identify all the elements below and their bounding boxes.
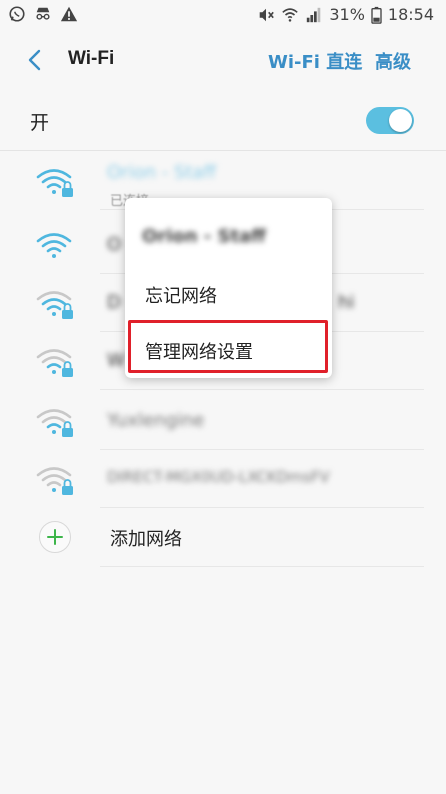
wifi-status-icon — [282, 7, 299, 22]
mute-icon — [260, 8, 275, 21]
add-circle — [39, 521, 71, 553]
battery-icon — [371, 6, 382, 24]
advanced-button[interactable]: 高级 — [375, 48, 411, 74]
add-row-bottom — [0, 566, 446, 567]
toggle-label: 开 — [30, 112, 50, 134]
status-bar: 31% 18:54 — [0, 0, 446, 32]
back-button[interactable] — [18, 46, 50, 74]
network-name: W — [107, 350, 125, 371]
back-arrow-icon — [28, 49, 41, 71]
network-item[interactable]: Yuxlengine — [0, 392, 446, 450]
network-name: Yuxlengine — [107, 410, 205, 431]
wifi-toggle-row[interactable]: 开 — [0, 92, 446, 148]
wifi-direct-button[interactable]: Wi-Fi 直连 — [268, 48, 362, 74]
wifi-secured-icon — [36, 169, 73, 197]
wifi-secured-weak-icon — [36, 291, 73, 319]
add-network-button[interactable]: 添加网络 — [0, 508, 446, 567]
wifi-toggle-switch[interactable] — [366, 107, 414, 134]
add-network-label: 添加网络 — [110, 529, 182, 550]
wifi-secured-weak-icon — [36, 349, 73, 377]
status-bar-right: 31% 18:54 — [257, 5, 434, 24]
warning-icon — [60, 6, 78, 22]
whatsapp-icon — [9, 6, 25, 22]
network-name: DIRECT-MGX0UD-LXCKDmsFV — [107, 468, 330, 486]
battery-percent: 31% — [329, 5, 365, 24]
signal-icon — [307, 7, 321, 22]
network-name: D — [107, 292, 121, 313]
network-name: O — [107, 234, 122, 255]
network-item[interactable]: DIRECT-MGX0UD-LXCKDmsFV — [0, 450, 446, 508]
forget-network-item[interactable]: 忘记网络 — [125, 266, 332, 320]
divider — [0, 150, 446, 151]
manage-network-settings-item[interactable]: 管理网络设置 — [125, 322, 332, 376]
divider — [100, 566, 424, 567]
network-name-trailing: hi — [338, 292, 355, 313]
clock: 18:54 — [387, 5, 434, 24]
network-name: Orion - Staff — [107, 162, 216, 183]
plus-icon — [47, 529, 63, 545]
app-bar: Wi-Fi Wi-Fi 直连 高级 — [0, 32, 446, 88]
wifi-secured-weak-icon — [36, 467, 73, 495]
status-bar-left — [8, 5, 78, 23]
menu-item-label: 管理网络设置 — [145, 342, 253, 363]
page-title: Wi-Fi — [68, 48, 115, 69]
toggle-knob — [389, 109, 412, 132]
wifi-secured-weak-icon — [36, 409, 73, 437]
popup-title: Orion - Staff — [142, 226, 266, 247]
menu-item-label: 忘记网络 — [145, 286, 217, 307]
wifi-open-icon — [36, 233, 72, 258]
incognito-icon — [36, 7, 50, 20]
network-context-menu: Orion - Staff 忘记网络 管理网络设置 — [125, 198, 332, 378]
divider — [100, 389, 424, 390]
